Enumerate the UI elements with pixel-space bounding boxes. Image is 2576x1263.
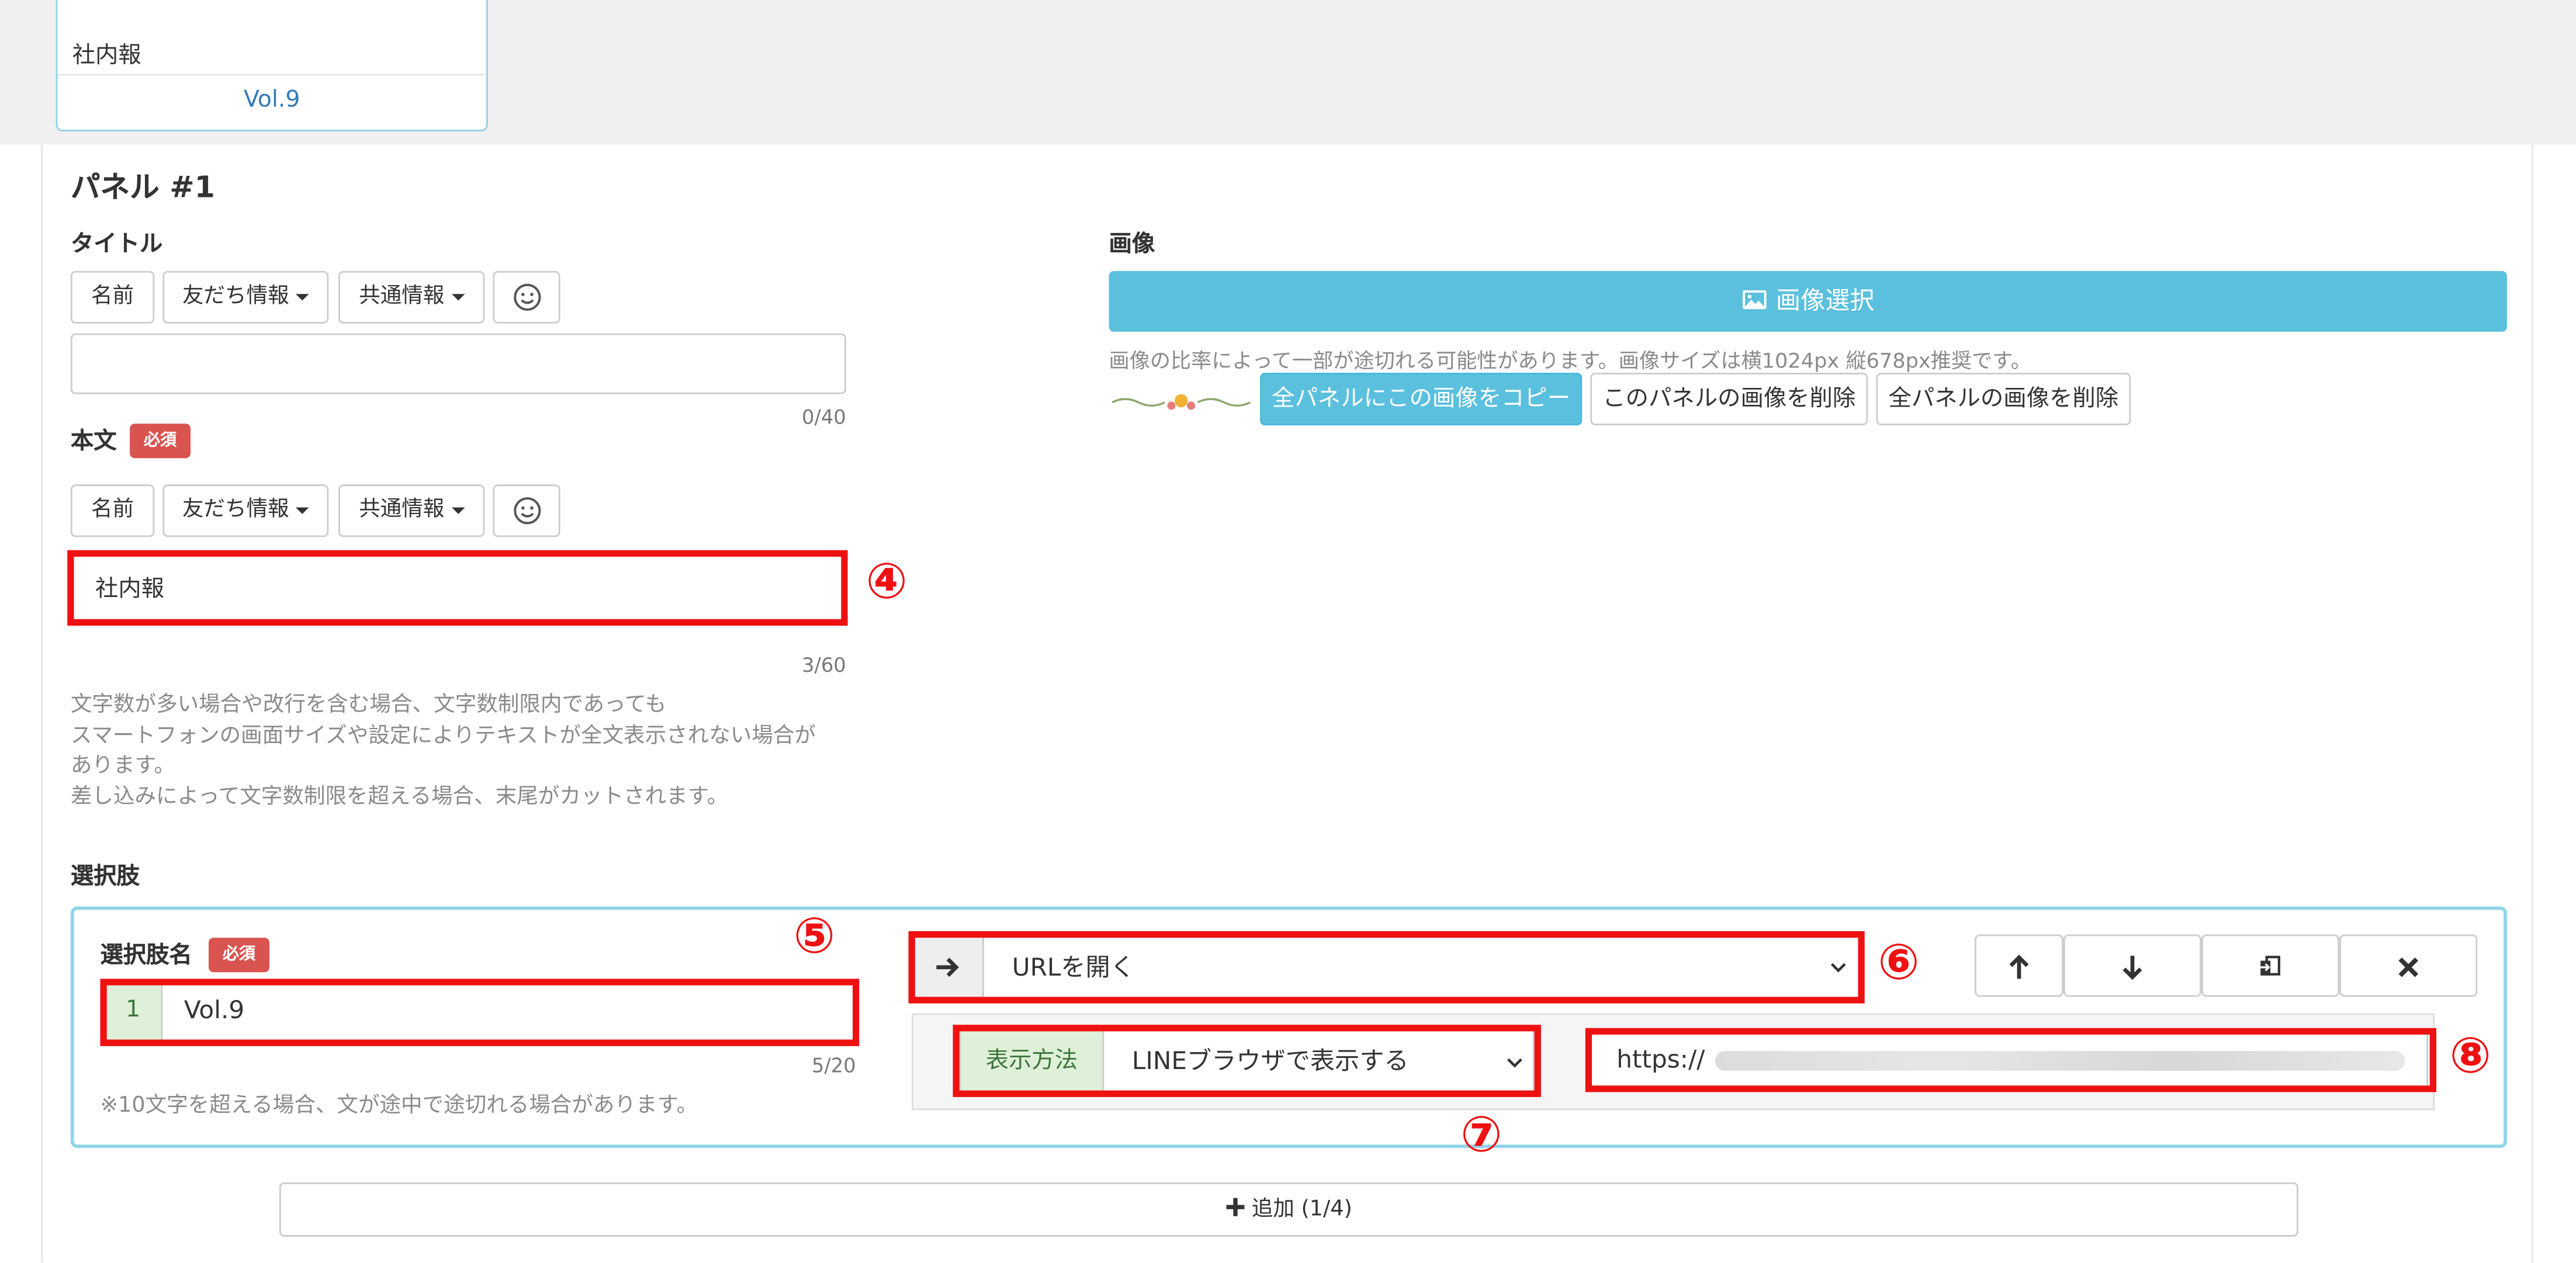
body-counter: 3/60 [801,653,846,677]
panel-card-choice: Vol.9 [57,74,487,129]
left-divider [41,144,43,1263]
remove-choice-button[interactable] [2339,934,2478,997]
select-image-label: 画像選択 [1775,286,1875,315]
add-choice-label: 追加 (1/4) [1251,1197,1352,1222]
body-help-text: 文字数が多い場合や改行を含む場合、文字数制限内であっても スマートフォンの画面サ… [71,692,859,813]
caret-down-icon [451,293,465,300]
callout-box-7 [953,1025,1541,1097]
smiley-icon [513,283,541,311]
arrow-up-icon [2009,955,2029,979]
title-input[interactable] [70,333,846,394]
caret-down-icon [296,506,309,513]
caret-down-icon [451,506,465,513]
title-label: タイトル [70,231,163,258]
friend-info-label: 友だち情報 [182,497,289,522]
common-info-label: 共通情報 [359,284,445,309]
title-counter: 0/40 [801,405,846,429]
body-label: 本文 [70,428,117,455]
panel-card[interactable]: 社内報 Vol.9 [56,0,488,131]
required-badge: 必須 [209,938,270,973]
panel-heading: パネル #1 [70,171,215,206]
delete-all-panel-images-button[interactable]: 全パネルの画像を削除 [1876,373,2131,426]
picture-icon [1743,290,1767,310]
callout-number-6: ⑥ [1878,934,1920,992]
right-divider [2532,144,2533,1263]
image-label: 画像 [1109,231,1155,258]
emoji-button[interactable] [493,484,560,537]
help-line: 差し込みによって文字数制限を超える場合、末尾がカットされます。 [70,784,729,809]
callout-number-5: ⑤ [793,908,836,966]
required-badge: 必須 [130,424,191,459]
move-down-button[interactable] [2063,934,2202,997]
panel-card-title: 社内報 [72,43,141,70]
choices-label: 選択肢 [70,863,140,890]
callout-box-6 [908,931,1865,1004]
friend-info-dropdown[interactable]: 友だち情報 [162,484,329,537]
choice-name-counter: 5/20 [811,1054,856,1078]
move-up-button[interactable] [1975,934,2063,997]
copy-icon [2259,956,2280,976]
callout-number-8: ⑧ [2449,1028,2491,1086]
copy-image-all-panels-button[interactable]: 全パネルにこの画像をコピー [1260,373,1583,426]
help-line: スマートフォンの画面サイズや設定によりテキストが全文表示されない場合が [70,723,816,748]
common-info-dropdown[interactable]: 共通情報 [338,484,485,537]
arrow-down-icon [2123,956,2142,980]
image-note: 画像の比率によって一部が途切れる可能性があります。画像サイズは横1024px 縦… [1109,348,2031,373]
common-info-label: 共通情報 [359,497,445,522]
insert-name-button[interactable]: 名前 [70,484,155,537]
insert-name-button[interactable]: 名前 [70,270,155,324]
panel-tabs-area: 社内報 Vol.9 [0,0,2576,145]
callout-number-7: ⑦ [1460,1106,1502,1165]
smiley-icon [513,497,541,525]
choice-name-label: 選択肢名 [100,942,192,969]
caret-down-icon [296,293,309,300]
plus-icon [1226,1198,1245,1216]
friend-info-label: 友だち情報 [182,284,289,309]
copy-choice-button[interactable] [2201,934,2340,997]
delete-this-panel-image-button[interactable]: このパネルの画像を削除 [1590,373,1868,426]
image-thumbnail-icon [1112,394,1251,410]
help-line: 文字数が多い場合や改行を含む場合、文字数制限内であっても [70,693,667,718]
friend-info-dropdown[interactable]: 友だち情報 [162,270,329,324]
choice-name-note: ※10文字を超える場合、文が途中で途切れる場合があります。 [100,1094,698,1119]
add-choice-button[interactable]: 追加 (1/4) [279,1182,2298,1237]
close-icon [2398,957,2419,977]
common-info-dropdown[interactable]: 共通情報 [338,270,485,324]
callout-box-5 [100,979,860,1046]
form-stage: 社内報 Vol.9 パネル #1 タイトル 名前 友だち情報 共通情報 0/40… [0,0,2576,1263]
callout-number-4: ④ [865,553,908,611]
callout-box-4 [67,550,848,626]
select-image-button[interactable]: 画像選択 [1109,270,2507,332]
callout-box-8 [1585,1028,2437,1092]
emoji-button[interactable] [493,270,560,324]
help-line: あります。 [70,754,175,779]
